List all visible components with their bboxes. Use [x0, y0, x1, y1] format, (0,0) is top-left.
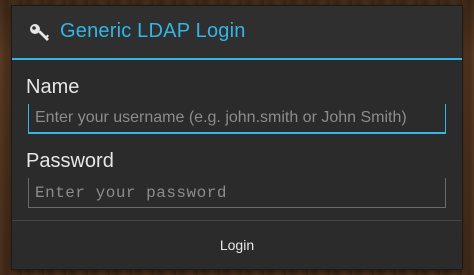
login-button[interactable]: Login [12, 221, 462, 269]
dialog-header: Generic LDAP Login [12, 6, 462, 60]
password-label: Password [26, 150, 114, 172]
name-label: Name [26, 76, 80, 98]
username-input[interactable] [28, 104, 446, 134]
ldap-login-dialog: Generic LDAP Login Name Password Login [12, 6, 462, 269]
key-icon [28, 21, 52, 45]
password-input[interactable] [28, 178, 446, 208]
dialog-title: Generic LDAP Login [60, 20, 246, 42]
